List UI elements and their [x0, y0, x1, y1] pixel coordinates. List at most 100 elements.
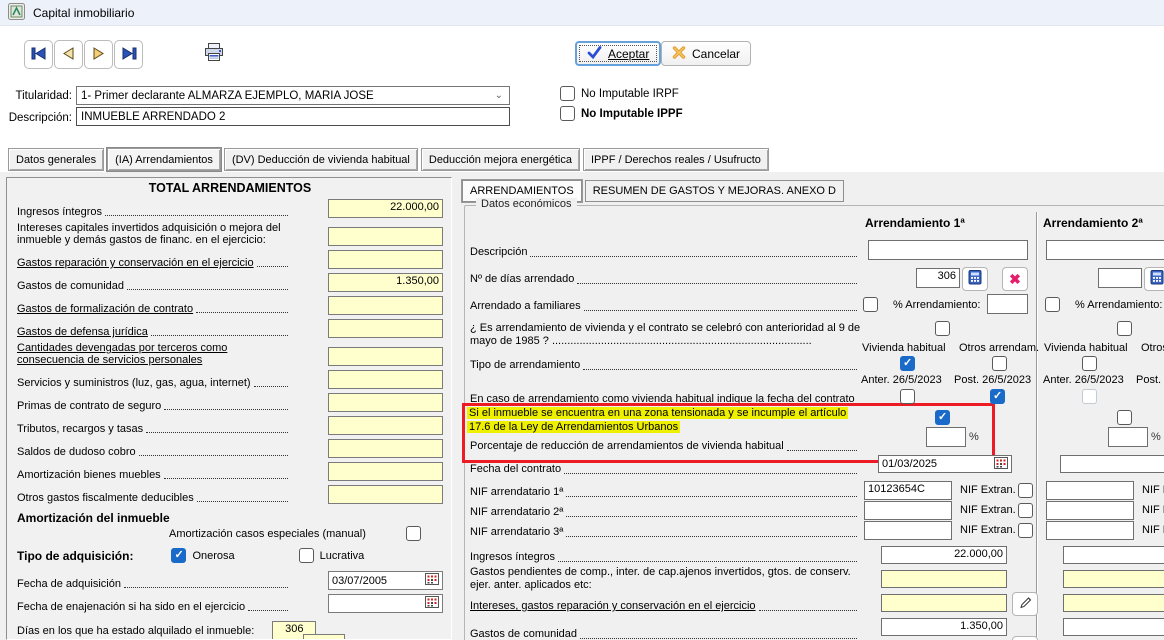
saldos-dudoso-field[interactable]	[328, 439, 443, 458]
previous-record-icon	[62, 47, 75, 63]
ingresos-integros-field[interactable]: 22.000,00	[328, 199, 443, 218]
c1-nif1-extran-checkbox[interactable]	[1018, 483, 1033, 498]
c2-calculator-button[interactable]	[1144, 267, 1164, 291]
last-record-button[interactable]	[114, 40, 143, 69]
gastos-formalizacion-link[interactable]: Gastos de formalización de contrato	[17, 303, 193, 315]
ingresos-row-label: Ingresos íntegros	[470, 551, 860, 564]
c1-nif3-field[interactable]	[864, 521, 952, 540]
arrendado-familiares-row-label: Arrendado a familiares	[470, 300, 860, 313]
saldos-dudoso-label: Saldos de dudoso cobro	[17, 446, 136, 458]
gastos-reparacion-link[interactable]: Gastos reparación y conservación en el e…	[17, 257, 254, 269]
calendar-icon[interactable]	[425, 596, 439, 611]
c1-nif3-extran-checkbox[interactable]	[1018, 523, 1033, 538]
row-gastos-comunidad: Gastos de comunidad 1.350,00	[17, 273, 443, 292]
onerosa-checkbox[interactable]	[171, 548, 186, 563]
c2-descripcion-field[interactable]	[1046, 240, 1164, 260]
row-servicios-suministros: Servicios y suministros (luz, gas, agua,…	[17, 370, 443, 389]
c2-pct-reduccion-field[interactable]	[1108, 427, 1148, 447]
amortizacion-manual-checkbox[interactable]	[406, 526, 421, 541]
calculator-icon	[1150, 270, 1164, 288]
c2-vivienda-habitual-checkbox[interactable]	[1082, 356, 1097, 371]
c1-descripcion-field[interactable]	[868, 240, 1028, 260]
c2-dias-field[interactable]	[1098, 268, 1142, 288]
print-button[interactable]	[203, 42, 225, 66]
no-imputable-ippf-checkbox[interactable]	[560, 106, 575, 121]
c1-pct-arrendamiento-field[interactable]	[987, 294, 1028, 314]
c1-delete-button[interactable]: ✖	[1002, 267, 1028, 291]
c2-pct-arrendamiento-label: % Arrendamiento:	[1075, 299, 1162, 311]
c1-nif2-field[interactable]	[864, 501, 952, 520]
tab-datos-generales[interactable]: Datos generales	[8, 148, 104, 171]
c2-arrendado-familiares-checkbox[interactable]	[1045, 297, 1060, 312]
accept-button[interactable]: Aceptar	[575, 41, 661, 66]
next-record-button[interactable]	[84, 40, 113, 69]
primas-seguro-field[interactable]	[328, 393, 443, 412]
servicios-suministros-field[interactable]	[328, 370, 443, 389]
c2-fecha-contrato-field[interactable]	[1060, 455, 1164, 473]
no-imputable-irpf-checkbox[interactable]	[560, 86, 575, 101]
c1-nif2-extran-checkbox[interactable]	[1018, 503, 1033, 518]
c2-nif2-field[interactable]	[1046, 501, 1134, 520]
cantidades-terceros-link[interactable]: Cantidades devengadas por terceros como …	[17, 342, 291, 366]
c1-anter-checkbox[interactable]	[900, 389, 915, 404]
tab-dv-deduccion-vivienda[interactable]: (DV) Deducción de vivienda habitual	[224, 148, 418, 171]
gastos-formalizacion-field[interactable]	[328, 296, 443, 315]
c2-ingresos-field[interactable]	[1063, 546, 1164, 564]
c1-gastos-comunidad-field[interactable]: 1.350,00	[881, 618, 1007, 636]
c2-nif3-extran-label: NIF Extran.	[1142, 524, 1164, 536]
otros-gastos-field[interactable]	[328, 485, 443, 504]
c1-nif1-field[interactable]: 10123654C	[864, 481, 952, 500]
fecha-adquisicion-field[interactable]: 03/07/2005	[328, 571, 443, 590]
c1-dias-field[interactable]: 306	[916, 268, 960, 288]
gastos-comunidad-field[interactable]: 1.350,00	[328, 273, 443, 292]
titularidad-value: 1- Primer declarante ALMARZA EJEMPLO, MA…	[77, 90, 489, 102]
lucrativa-label: Lucrativa	[320, 550, 365, 562]
descripcion-input[interactable]: INMUEBLE ARRENDADO 2	[76, 107, 510, 126]
titularidad-select[interactable]: 1- Primer declarante ALMARZA EJEMPLO, MA…	[76, 86, 510, 105]
first-record-button[interactable]	[24, 40, 53, 69]
previous-record-button[interactable]	[54, 40, 83, 69]
tab-deduccion-mejora-energetica[interactable]: Deducción mejora energética	[421, 148, 580, 171]
c1-zona-tensionada-checkbox[interactable]	[935, 410, 950, 425]
calendar-icon[interactable]	[425, 573, 439, 588]
c1-edit-button-2[interactable]	[1012, 636, 1038, 640]
c2-nif3-field[interactable]	[1046, 521, 1134, 540]
c1-edit-button[interactable]	[1012, 592, 1038, 616]
lucrativa-checkbox[interactable]	[299, 548, 314, 563]
row-otros-gastos: Otros gastos fiscalmente deducibles	[17, 485, 443, 504]
c1-otros-arrendam-checkbox[interactable]	[992, 356, 1007, 371]
c1-vivienda-habitual-checkbox[interactable]	[900, 356, 915, 371]
fecha-adquisicion-label: Fecha de adquisición	[17, 578, 121, 590]
amortizacion-muebles-field[interactable]	[328, 462, 443, 481]
c2-gastos-pendientes-field[interactable]	[1063, 570, 1164, 588]
tab-ia-arrendamientos[interactable]: (IA) Arrendamientos	[107, 148, 221, 171]
cantidades-terceros-field[interactable]	[328, 347, 443, 366]
tab-resumen-gastos[interactable]: RESUMEN DE GASTOS Y MEJORAS. ANEXO D	[585, 180, 844, 202]
c1-pct-arrendamiento-label: % Arrendamiento:	[893, 299, 980, 311]
c1-calculator-button[interactable]	[962, 267, 988, 291]
c2-nif1-field[interactable]	[1046, 481, 1134, 500]
c1-intereses-field[interactable]	[881, 594, 1007, 612]
c2-gastos-comunidad-field[interactable]	[1063, 618, 1164, 636]
c1-fecha-contrato-field[interactable]: 01/03/2025	[878, 455, 1012, 473]
fecha-enajenacion-field[interactable]	[328, 594, 443, 613]
c1-nif1-extran-label: NIF Extran.	[960, 484, 1016, 496]
c1-contrato-1985-checkbox[interactable]	[935, 321, 950, 336]
c2-intereses-field[interactable]	[1063, 594, 1164, 612]
c1-gastos-pendientes-field[interactable]	[881, 570, 1007, 588]
tributos-field[interactable]	[328, 416, 443, 435]
c1-post-checkbox[interactable]	[990, 389, 1005, 404]
gastos-defensa-link[interactable]: Gastos de defensa jurídica	[17, 326, 148, 338]
tab-ippf-derechos-reales[interactable]: IPPF / Derechos reales / Usufructo	[583, 148, 769, 171]
gastos-defensa-field[interactable]	[328, 319, 443, 338]
c2-zona-tensionada-checkbox[interactable]	[1117, 410, 1132, 425]
intereses-capitales-field[interactable]	[328, 227, 443, 246]
c1-pct-reduccion-field[interactable]	[926, 427, 966, 447]
c1-arrendado-familiares-checkbox[interactable]	[863, 297, 878, 312]
c2-anter-checkbox[interactable]	[1082, 389, 1097, 404]
cancel-button[interactable]: Cancelar	[661, 41, 751, 66]
gastos-reparacion-field[interactable]	[328, 250, 443, 269]
c2-contrato-1985-checkbox[interactable]	[1117, 321, 1132, 336]
calendar-icon[interactable]	[994, 457, 1008, 472]
c1-ingresos-field[interactable]: 22.000,00	[881, 546, 1007, 564]
